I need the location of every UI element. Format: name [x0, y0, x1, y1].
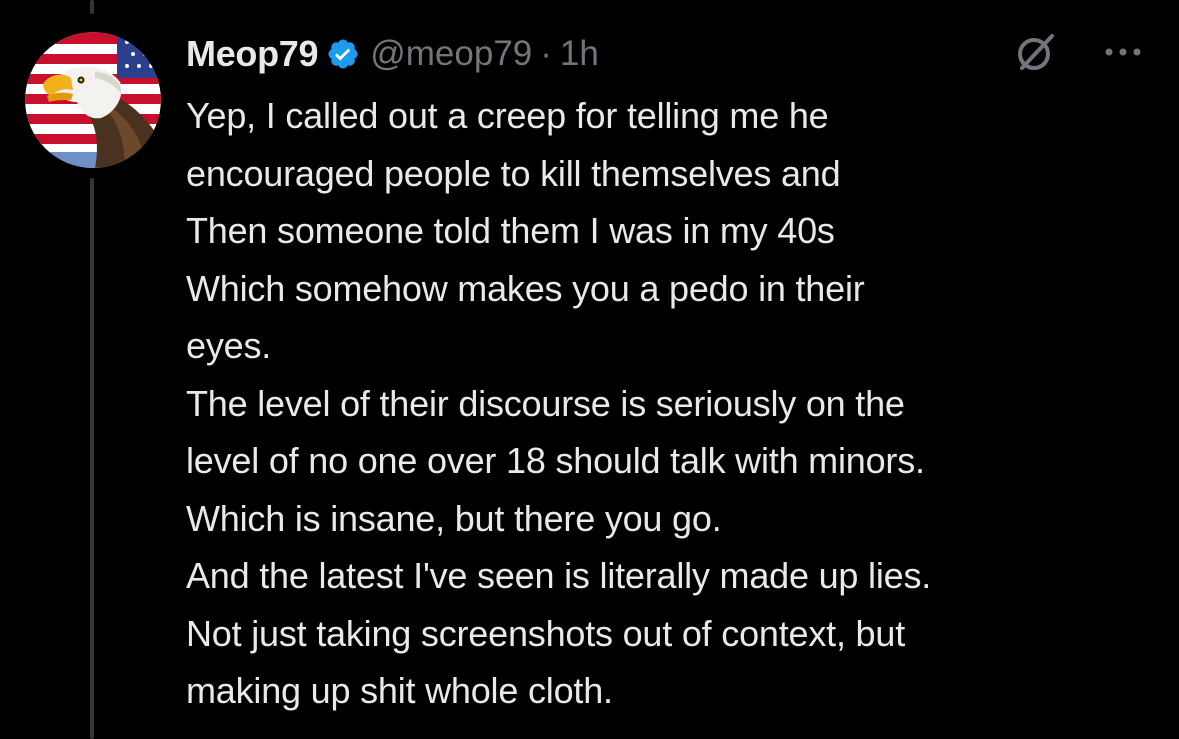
- more-options-icon[interactable]: [1100, 34, 1146, 70]
- tweet-text-line: level of no one over 18 should talk with…: [186, 440, 925, 481]
- tweet-text-line: Then someone told them I was in my 40s: [186, 210, 835, 251]
- thread-connector-top: [90, 0, 94, 14]
- verified-badge-icon[interactable]: [326, 37, 360, 71]
- grok-icon[interactable]: [1014, 30, 1058, 74]
- author-handle[interactable]: @meop79: [370, 34, 532, 74]
- author-display-name[interactable]: Meop79: [186, 33, 319, 75]
- tweet-text-line: Not just taking screenshots out of conte…: [186, 612, 906, 654]
- tweet-body: Yep, I called out a creep for telling me…: [186, 87, 1166, 720]
- tweet-text-line: encouraged people to kill themselves and: [186, 152, 841, 194]
- tweet-text-line: eyes.: [186, 325, 272, 366]
- tweet-text-line: Which is insane, but there you go.: [186, 497, 722, 539]
- timestamp[interactable]: 1h: [560, 34, 599, 74]
- tweet-text-line: making up shit whole cloth.: [186, 670, 613, 711]
- tweet-text-line: Yep, I called out a creep for telling me…: [186, 95, 829, 136]
- tweet-header: Meop79 @meop79 · 1h: [186, 28, 1139, 80]
- avatar[interactable]: [25, 32, 161, 168]
- bald-eagle-flag-avatar-image: [25, 32, 161, 168]
- thread-connector-bottom: [90, 178, 94, 739]
- separator-dot: ·: [540, 34, 552, 73]
- tweet-text-line: And the latest I've seen is literally ma…: [186, 555, 932, 596]
- tweet-text-line: The level of their discourse is seriousl…: [186, 382, 905, 424]
- tweet-text-line: Which somehow makes you a pedo in their: [186, 267, 865, 309]
